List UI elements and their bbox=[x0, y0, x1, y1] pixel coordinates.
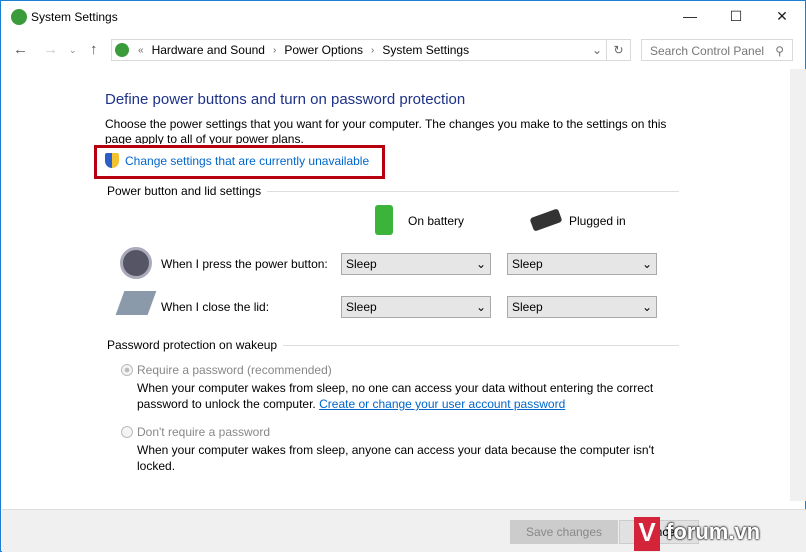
lid-plugged-select[interactable]: Sleep ⌄ bbox=[507, 296, 657, 318]
search-input[interactable]: Search Control Panel ⚲ bbox=[641, 39, 793, 61]
require-password-label: Require a password (recommended) bbox=[137, 363, 332, 377]
save-changes-button[interactable]: Save changes bbox=[510, 520, 618, 544]
forward-icon[interactable]: → bbox=[43, 41, 58, 58]
change-settings-link[interactable]: Change settings that are currently unava… bbox=[125, 154, 369, 168]
breadcrumb-item[interactable]: Hardware and Sound bbox=[152, 43, 265, 57]
address-bar[interactable]: « Hardware and Sound › Power Options › Sys… bbox=[111, 39, 607, 61]
require-password-desc: When your computer wakes from sleep, no … bbox=[137, 381, 654, 411]
control-panel-icon bbox=[115, 43, 129, 57]
no-password-radio[interactable] bbox=[121, 426, 133, 438]
maximize-button[interactable]: ☐ bbox=[713, 5, 759, 29]
watermark-logo: V bbox=[634, 517, 660, 551]
power-button-icon bbox=[120, 247, 152, 279]
lid-battery-select[interactable]: Sleep ⌄ bbox=[341, 296, 491, 318]
window-title: System Settings bbox=[31, 10, 118, 24]
description: Choose the power settings that you want … bbox=[105, 117, 667, 144]
no-password-label: Don't require a password bbox=[137, 425, 271, 439]
watermark: forum.vn bbox=[666, 519, 761, 544]
search-icon: ⚲ bbox=[775, 44, 784, 58]
password-section-header: Password protection on wakeup bbox=[107, 338, 679, 352]
scrollbar[interactable] bbox=[790, 69, 806, 501]
shield-icon bbox=[105, 153, 119, 168]
chevron-down-icon[interactable]: ⌄ bbox=[592, 43, 602, 57]
plugged-in-label: Plugged in bbox=[569, 214, 626, 228]
back-icon[interactable]: ← bbox=[13, 41, 28, 58]
refresh-icon[interactable]: ↻ bbox=[607, 39, 631, 61]
breadcrumb-item[interactable]: System Settings bbox=[382, 43, 469, 57]
no-password-desc: When your computer wakes from sleep, any… bbox=[137, 443, 655, 473]
power-button-label: When I press the power button: bbox=[161, 257, 328, 271]
lid-label: When I close the lid: bbox=[161, 300, 270, 314]
plug-icon bbox=[529, 208, 563, 232]
minimize-button[interactable]: — bbox=[667, 5, 713, 29]
page-title: Define power buttons and turn on passwor… bbox=[105, 91, 466, 108]
power-button-battery-select[interactable]: Sleep ⌄ bbox=[341, 253, 491, 275]
power-section-header: Power button and lid settings bbox=[107, 184, 679, 198]
breadcrumb-item[interactable]: Power Options bbox=[284, 43, 363, 57]
create-password-link[interactable]: Create or change your user account passw… bbox=[319, 397, 565, 411]
chevron-right-icon: › bbox=[371, 44, 375, 56]
power-options-icon bbox=[11, 9, 27, 25]
power-button-plugged-select[interactable]: Sleep ⌄ bbox=[507, 253, 657, 275]
laptop-lid-icon bbox=[115, 291, 157, 315]
battery-icon bbox=[375, 205, 393, 235]
window: System Settings — ☐ ✕ ← → ⌄ ↑ « Hardware… bbox=[0, 0, 806, 552]
overflow-icon[interactable]: « bbox=[138, 45, 144, 56]
on-battery-label: On battery bbox=[408, 214, 465, 228]
require-password-radio[interactable] bbox=[121, 364, 133, 376]
chevron-right-icon: › bbox=[272, 44, 277, 56]
recent-chevron-icon[interactable]: ⌄ bbox=[69, 45, 77, 56]
up-icon[interactable]: ↑ bbox=[90, 41, 98, 58]
close-button[interactable]: ✕ bbox=[759, 5, 805, 29]
